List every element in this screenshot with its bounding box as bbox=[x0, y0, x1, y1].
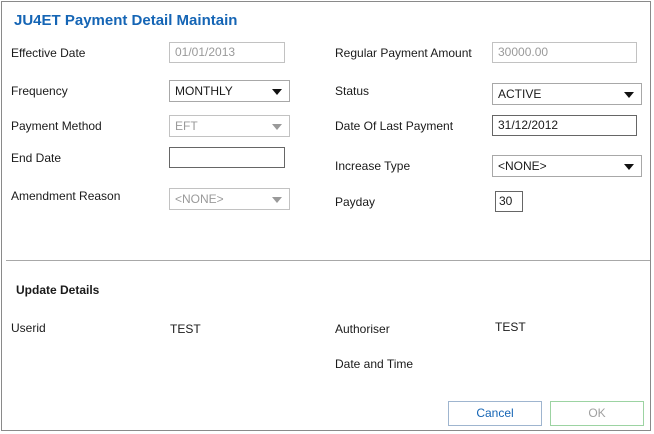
payday-label: Payday bbox=[335, 195, 376, 209]
dialog-title: JU4ET Payment Detail Maintain bbox=[14, 12, 238, 29]
status-label: Status bbox=[335, 84, 370, 98]
amendment-reason-select: <NONE> bbox=[169, 188, 290, 210]
chevron-down-icon bbox=[624, 92, 634, 98]
payment-method-value: EFT bbox=[175, 119, 198, 133]
cancel-button[interactable]: Cancel bbox=[448, 401, 542, 426]
userid-value: TEST bbox=[170, 322, 201, 336]
ok-button[interactable]: OK bbox=[550, 401, 644, 426]
authoriser-label: Authoriser bbox=[335, 322, 390, 336]
effective-date-field: 01/01/2013 bbox=[169, 42, 285, 63]
regular-payment-amount-label: Regular Payment Amount bbox=[335, 46, 472, 60]
status-value: ACTIVE bbox=[498, 87, 542, 101]
date-and-time-label: Date and Time bbox=[335, 357, 414, 371]
end-date-label: End Date bbox=[11, 151, 62, 165]
date-of-last-payment-label: Date Of Last Payment bbox=[335, 119, 454, 133]
date-of-last-payment-field[interactable]: 31/12/2012 bbox=[492, 115, 637, 136]
section-divider bbox=[6, 260, 650, 261]
payday-field[interactable]: 30 bbox=[495, 191, 523, 212]
frequency-label: Frequency bbox=[11, 84, 68, 98]
payment-method-label: Payment Method bbox=[11, 119, 102, 133]
chevron-down-icon bbox=[272, 89, 282, 95]
status-select[interactable]: ACTIVE bbox=[492, 83, 642, 105]
chevron-down-icon bbox=[624, 164, 634, 170]
authoriser-value: TEST bbox=[495, 320, 526, 334]
amendment-reason-label: Amendment Reason bbox=[11, 189, 121, 203]
payment-detail-dialog: JU4ET Payment Detail Maintain Effective … bbox=[1, 1, 651, 431]
end-date-field[interactable] bbox=[169, 147, 285, 168]
chevron-down-icon bbox=[272, 197, 282, 203]
increase-type-select[interactable]: <NONE> bbox=[492, 155, 642, 177]
frequency-select[interactable]: MONTHLY bbox=[169, 80, 290, 102]
userid-label: Userid bbox=[11, 321, 46, 335]
regular-payment-amount-field: 30000.00 bbox=[492, 42, 637, 63]
effective-date-label: Effective Date bbox=[11, 46, 86, 60]
amendment-reason-value: <NONE> bbox=[175, 192, 224, 206]
frequency-value: MONTHLY bbox=[175, 84, 233, 98]
increase-type-label: Increase Type bbox=[335, 159, 411, 173]
payment-method-select: EFT bbox=[169, 115, 290, 137]
increase-type-value: <NONE> bbox=[498, 159, 547, 173]
update-details-heading: Update Details bbox=[16, 283, 100, 297]
chevron-down-icon bbox=[272, 124, 282, 130]
